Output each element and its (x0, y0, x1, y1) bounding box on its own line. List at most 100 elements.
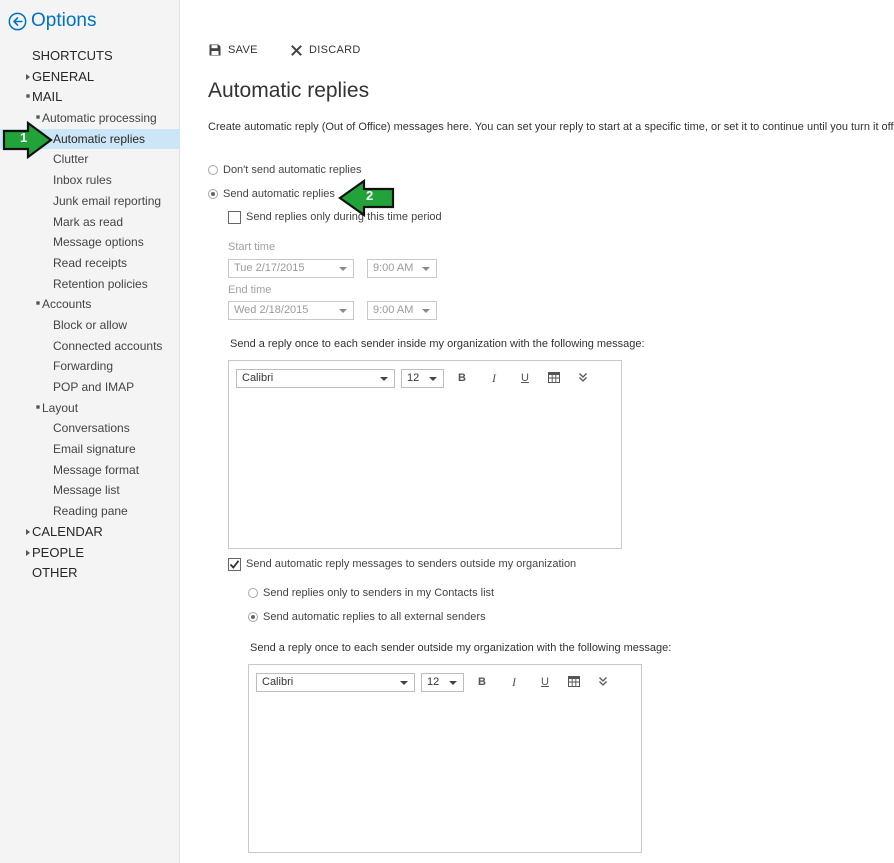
radio-button-selected (208, 189, 218, 199)
size-value: 12 (407, 372, 420, 384)
page-title: Automatic replies (208, 79, 370, 102)
contacts-only-radio[interactable]: Send replies only to senders in my Conta… (248, 585, 494, 601)
nav-other[interactable]: OTHER (0, 563, 180, 584)
expand-icon (26, 528, 30, 535)
save-button[interactable]: SAVE (209, 40, 258, 60)
chevron-down-icon (380, 377, 388, 381)
end-date-dropdown[interactable]: Wed 2/18/2015 (228, 301, 354, 320)
nav-reading-pane[interactable]: Reading pane (0, 501, 180, 522)
dont-send-radio[interactable]: Don't send automatic replies (208, 162, 361, 178)
app-title: Options (31, 10, 97, 31)
chevron-down-icon (449, 681, 457, 685)
start-date-dropdown[interactable]: Tue 2/17/2015 (228, 259, 354, 278)
nav-shortcuts[interactable]: SHORTCUTS (0, 46, 180, 67)
nav-block-or-allow[interactable]: Block or allow (0, 315, 180, 336)
outside-message-body[interactable] (250, 701, 640, 851)
nav-general[interactable]: GENERAL (0, 67, 180, 88)
expand-icon (26, 73, 30, 80)
send-automatic-replies-label: Send automatic replies (223, 188, 335, 200)
nav-label: Message options (53, 235, 144, 250)
nav-email-signature[interactable]: Email signature (0, 439, 180, 460)
nav-connected-accounts[interactable]: Connected accounts (0, 336, 180, 357)
all-external-radio[interactable]: Send automatic replies to all external s… (248, 609, 486, 625)
main-content: SAVE DISCARD Automatic replies Create au… (181, 0, 894, 863)
nav-label: Automatic replies (53, 131, 146, 146)
start-time-value: 9:00 AM (373, 262, 414, 274)
more-formatting-button[interactable] (575, 370, 591, 386)
nav-label: Accounts (42, 297, 92, 312)
bold-button[interactable]: B (474, 674, 490, 690)
bold-button[interactable]: B (454, 370, 470, 386)
outside-org-checkbox[interactable]: Send automatic reply messages to senders… (228, 556, 576, 572)
italic-button[interactable]: I (486, 370, 502, 386)
nav-read-receipts[interactable]: Read receipts (0, 253, 180, 274)
time-period-checkbox[interactable]: Send replies only during this time perio… (228, 209, 442, 225)
size-value: 12 (427, 676, 440, 688)
more-formatting-button[interactable] (595, 674, 611, 690)
font-value: Calibri (242, 372, 274, 384)
nav-label: MAIL (32, 89, 63, 105)
callout-number-2: 2 (366, 188, 374, 203)
collapse-icon (36, 301, 40, 305)
contacts-only-label: Send replies only to senders in my Conta… (263, 587, 495, 599)
outside-size-dropdown[interactable]: 12 (421, 673, 464, 692)
italic-button[interactable]: I (506, 674, 522, 690)
chevron-down-icon (400, 681, 408, 685)
start-time-dropdown[interactable]: 9:00 AM (367, 259, 437, 278)
nav-message-format[interactable]: Message format (0, 460, 180, 481)
table-icon (548, 372, 560, 383)
collapse-icon (36, 405, 40, 409)
nav-calendar[interactable]: CALENDAR (0, 522, 180, 543)
nav-people[interactable]: PEOPLE (0, 543, 180, 564)
inside-font-dropdown[interactable]: Calibri (236, 369, 395, 388)
nav-pop-and-imap[interactable]: POP and IMAP (0, 377, 180, 398)
inside-message-body[interactable] (230, 397, 620, 547)
end-time-dropdown[interactable]: 9:00 AM (367, 301, 437, 320)
send-automatic-replies-radio[interactable]: Send automatic replies (208, 186, 335, 202)
nav-label: OTHER (32, 565, 78, 581)
x-icon (291, 44, 302, 56)
underline-button[interactable]: U (537, 674, 553, 690)
table-icon (568, 676, 580, 687)
nav-label: Connected accounts (53, 338, 163, 353)
nav-label: Retention policies (53, 276, 148, 291)
nav-accounts[interactable]: Accounts (0, 294, 180, 315)
nav-message-list[interactable]: Message list (0, 480, 180, 501)
nav-inbox-rules[interactable]: Inbox rules (0, 170, 180, 191)
expand-icon (26, 549, 30, 556)
insert-table-button[interactable] (546, 370, 562, 386)
nav-label: Forwarding (53, 359, 114, 374)
nav-junk-email-reporting[interactable]: Junk email reporting (0, 191, 180, 212)
checkbox-unchecked (228, 210, 241, 224)
checkmark-icon (229, 559, 240, 569)
nav-mark-as-read[interactable]: Mark as read (0, 212, 180, 233)
nav-label: Message list (53, 483, 120, 498)
callout-arrow-right-icon (2, 121, 53, 159)
page-description: Create automatic reply (Out of Office) m… (208, 121, 894, 133)
nav-label: Conversations (53, 421, 130, 436)
nav-mail[interactable]: MAIL (0, 87, 180, 108)
back-to-mail-button[interactable]: Options (8, 8, 96, 34)
nav-layout[interactable]: Layout (0, 398, 180, 419)
nav-label: Layout (42, 400, 79, 415)
nav-label: CALENDAR (32, 523, 103, 539)
nav-retention-policies[interactable]: Retention policies (0, 274, 180, 295)
radio-button (208, 165, 218, 175)
inside-size-dropdown[interactable]: 12 (401, 369, 444, 388)
nav-message-options[interactable]: Message options (0, 232, 180, 253)
nav-conversations[interactable]: Conversations (0, 418, 180, 439)
underline-button[interactable]: U (517, 370, 533, 386)
dont-send-label: Don't send automatic replies (223, 164, 362, 176)
nav-label: GENERAL (32, 68, 95, 84)
discard-button[interactable]: DISCARD (291, 40, 361, 60)
outside-font-dropdown[interactable]: Calibri (256, 673, 415, 692)
double-chevron-down-icon (599, 677, 607, 686)
insert-table-button[interactable] (566, 674, 582, 690)
end-time-label: End time (228, 284, 272, 296)
all-external-label: Send automatic replies to all external s… (263, 611, 486, 623)
nav-label: POP and IMAP (53, 380, 135, 394)
back-arrow-icon (8, 12, 27, 30)
nav-forwarding[interactable]: Forwarding (0, 356, 180, 377)
nav-label: Automatic processing (42, 111, 157, 126)
save-label: SAVE (228, 44, 258, 56)
